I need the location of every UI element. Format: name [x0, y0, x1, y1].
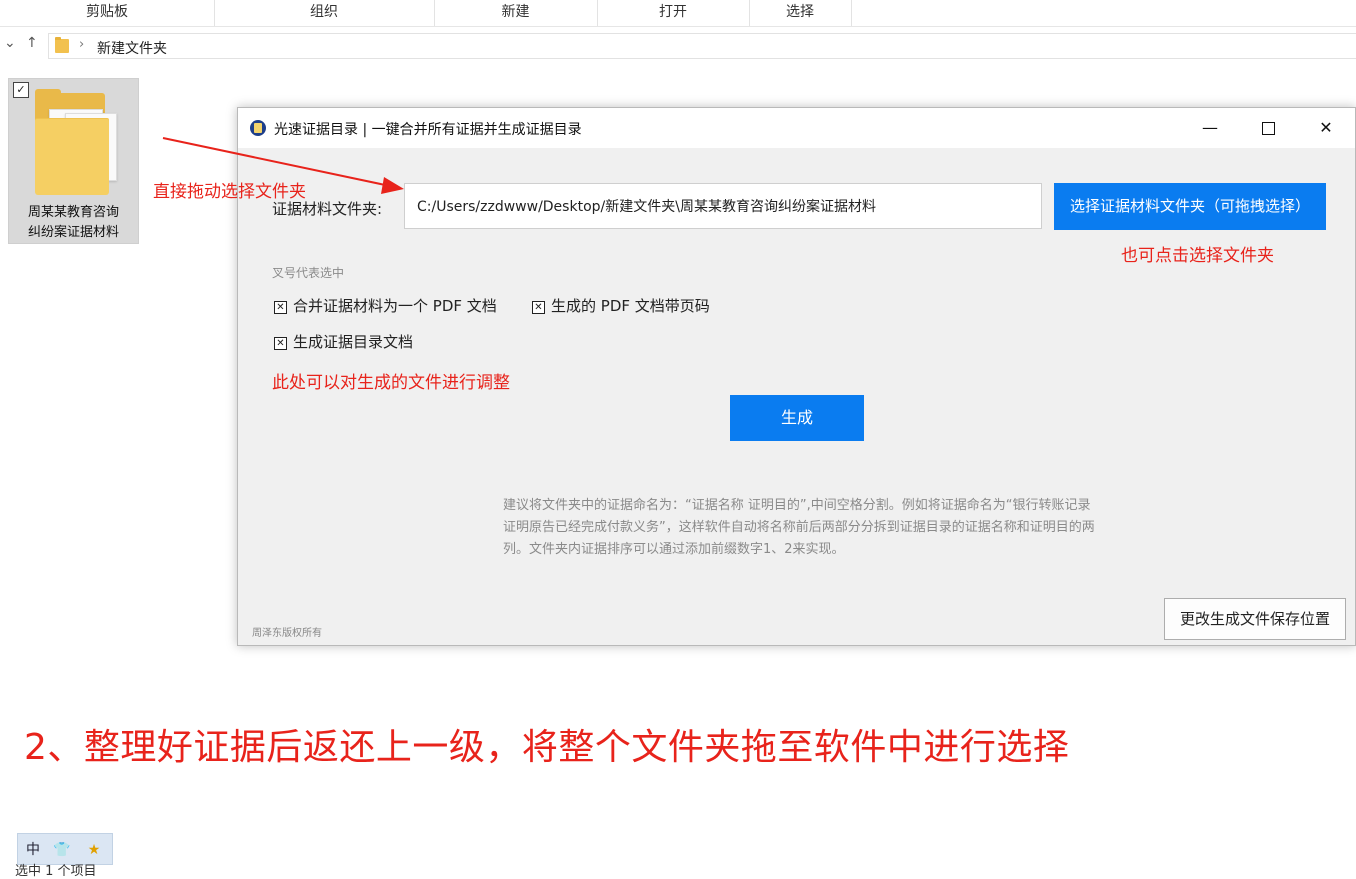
window-title: 光速证据目录 | 一键合并所有证据并生成证据目录	[274, 122, 582, 138]
up-arrow-icon[interactable]: ↑	[26, 35, 38, 51]
ime-skin-icon[interactable]: 👕	[52, 840, 72, 860]
address-row: ⌄ ↑ › 新建文件夹	[0, 33, 1356, 61]
ribbon-group-select[interactable]: 选择	[749, 0, 852, 26]
folder-icon	[55, 37, 69, 53]
checkbox-checked-icon: ✕	[532, 301, 545, 314]
annotation-drag-hint: 直接拖动选择文件夹	[153, 182, 306, 202]
annotation-click-hint: 也可点击选择文件夹	[1121, 246, 1274, 266]
ime-mode-chinese[interactable]: 中	[23, 840, 43, 860]
generate-catalog-label: 生成证据目录文档	[293, 333, 414, 351]
status-bar-selection: 选中 1 个项目	[15, 864, 97, 879]
breadcrumb-chevron-icon[interactable]: ›	[79, 37, 84, 52]
checkbox-checked-icon: ✕	[274, 337, 287, 350]
minimize-icon: —	[1202, 118, 1218, 137]
step-caption: 2、整理好证据后返还上一级，将整个文件夹拖至软件中进行选择	[24, 727, 1070, 768]
ribbon-group-new[interactable]: 新建	[434, 0, 598, 26]
change-save-location-button[interactable]: 更改生成文件保存位置	[1164, 598, 1346, 640]
item-checkbox[interactable]: ✓	[13, 82, 29, 98]
ime-star-icon[interactable]: ★	[84, 840, 104, 860]
app-titlebar[interactable]: 光速证据目录 | 一键合并所有证据并生成证据目录 — ✕	[238, 108, 1355, 148]
maximize-button[interactable]	[1239, 108, 1297, 148]
select-folder-button[interactable]: 选择证据材料文件夹（可拖拽选择）	[1054, 183, 1326, 230]
explorer-ribbon: 剪贴板 组织 新建 打开 选择	[0, 0, 1356, 27]
checkbox-checked-icon: ✕	[274, 301, 287, 314]
ribbon-group-clipboard[interactable]: 剪贴板	[0, 0, 215, 26]
annotation-adjust-hint: 此处可以对生成的文件进行调整	[272, 373, 510, 393]
generate-catalog-checkbox[interactable]: ✕ 生成证据目录文档	[274, 331, 413, 352]
generate-button[interactable]: 生成	[730, 395, 864, 441]
breadcrumb-current-folder[interactable]: 新建文件夹	[97, 38, 167, 58]
close-button[interactable]: ✕	[1297, 108, 1355, 148]
app-logo-icon	[250, 120, 266, 136]
ribbon-group-organize[interactable]: 组织	[214, 0, 435, 26]
maximize-icon	[1261, 122, 1275, 135]
folder-item-selected[interactable]: ✓ 周某某教育咨询 纠纷案证据材料	[8, 78, 139, 244]
close-icon: ✕	[1319, 118, 1333, 137]
checkbox-legend: 叉号代表选中	[272, 266, 345, 280]
address-bar[interactable]: › 新建文件夹	[48, 33, 1356, 59]
merge-pdf-checkbox[interactable]: ✕ 合并证据材料为一个 PDF 文档	[274, 295, 497, 316]
folder-name: 周某某教育咨询 纠纷案证据材料	[27, 205, 119, 240]
merge-pdf-label: 合并证据材料为一个 PDF 文档	[293, 297, 497, 315]
minimize-button[interactable]: —	[1181, 108, 1239, 148]
evidence-folder-path-input[interactable]	[404, 183, 1042, 229]
recent-locations-icon[interactable]: ⌄	[4, 35, 16, 51]
ribbon-group-open[interactable]: 打开	[597, 0, 750, 26]
naming-advice-text: 建议将文件夹中的证据命名为：“证据名称 证明目的”,中间空格分割。例如将证据命名…	[503, 498, 1095, 557]
copyright-text: 周泽东版权所有	[252, 628, 322, 639]
page-numbers-label: 生成的 PDF 文档带页码	[551, 297, 710, 315]
page-numbers-checkbox[interactable]: ✕ 生成的 PDF 文档带页码	[532, 295, 710, 316]
